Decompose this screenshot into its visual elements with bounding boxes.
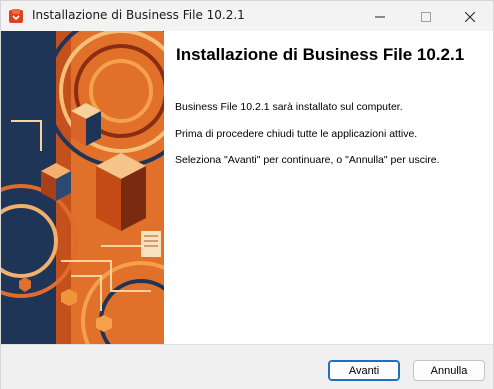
close-icon — [464, 7, 476, 26]
info-text-instructions: Seleziona "Avanti" per continuare, o "An… — [175, 154, 440, 166]
installer-window: Installazione di Business File 10.2.1 In… — [0, 0, 494, 389]
maximize-icon — [421, 7, 431, 26]
button-bar: Avanti Annulla — [1, 344, 493, 389]
title-bar[interactable]: Installazione di Business File 10.2.1 — [1, 1, 493, 31]
info-text-install: Business File 10.2.1 sarà installato sul… — [175, 101, 403, 113]
window-title: Installazione di Business File 10.2.1 — [32, 8, 245, 22]
close-button[interactable] — [447, 1, 493, 31]
minimize-button[interactable] — [357, 1, 403, 31]
cancel-button[interactable]: Annulla — [413, 360, 485, 381]
side-banner-illustration — [1, 31, 164, 344]
app-icon — [8, 8, 24, 24]
page-title: Installazione di Business File 10.2.1 — [176, 45, 465, 64]
info-text-close-apps: Prima di procedere chiudi tutte le appli… — [175, 128, 418, 140]
maximize-button[interactable] — [403, 1, 449, 31]
minimize-icon — [375, 7, 385, 26]
next-button[interactable]: Avanti — [328, 360, 400, 381]
welcome-content: Installazione di Business File 10.2.1 Bu… — [164, 31, 493, 344]
